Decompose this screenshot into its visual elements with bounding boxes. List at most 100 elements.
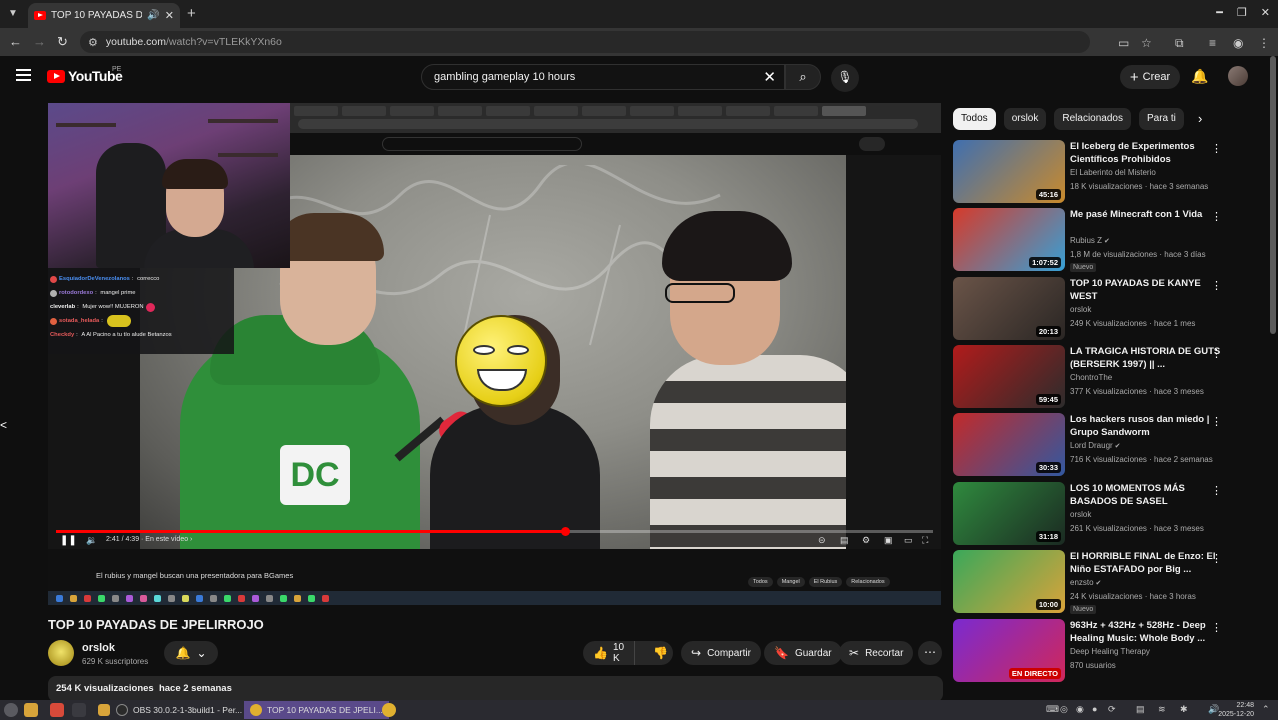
recommended-video[interactable]: EN DIRECTO 963Hz + 432Hz + 528Hz - Deep H… [953,619,1263,683]
chevron-right-icon[interactable]: › [1198,111,1202,126]
more-vertical-icon[interactable]: ⋮ [1211,552,1222,565]
search-button[interactable]: ⌕ [785,64,821,90]
tray-keyboard-icon[interactable]: ⌨ [1046,704,1059,715]
recommended-video[interactable]: 20:13 TOP 10 PAYADAS DE KANYE WEST orslok 2… [953,277,1263,341]
tray-bluetooth-icon[interactable]: ✱ [1180,704,1188,715]
clear-search-icon[interactable]: ✕ [763,68,776,86]
tray-app-icon[interactable]: ● [1092,704,1097,714]
recommended-video[interactable]: 10:00 El HORRIBLE FINAL de Enzo: El Niño … [953,550,1263,614]
voice-search-button[interactable]: 🎙 [831,64,859,92]
fullscreen-icon[interactable]: ⛶ [922,535,928,546]
tab-close-icon[interactable]: ✕ [165,9,174,22]
channel-avatar[interactable] [48,640,74,666]
search-input[interactable] [434,71,754,83]
tray-clipboard-icon[interactable]: ▤ [1136,704,1145,715]
reload-icon[interactable]: ↻ [57,34,68,50]
save-button[interactable]: 🔖 Guardar [764,641,842,665]
tray-steam-icon[interactable]: ◎ [1060,704,1068,715]
video-thumbnail[interactable]: 31:18 [953,482,1065,545]
cast-icon[interactable]: ▭ [1118,36,1129,50]
maximize-icon[interactable]: ❐ [1237,6,1247,19]
recommended-video-title[interactable]: LA TRAGICA HISTORIA DE GUTS (BERSERK 199… [1070,345,1222,371]
page-scrollbar[interactable] [1270,56,1276,334]
tray-discord-icon[interactable]: ◉ [1076,704,1084,715]
more-vertical-icon[interactable]: ⋮ [1211,347,1222,360]
like-button[interactable]: 👍 10 K [583,641,636,665]
recommended-channel[interactable]: Deep Healing Therapy [1070,647,1150,656]
chip-todos[interactable]: Todos [953,108,996,130]
minimize-icon[interactable]: ━ [1216,6,1223,19]
recommended-channel[interactable]: orslok [1070,510,1091,519]
recommended-channel[interactable]: Rubius Z ✔ [1070,236,1110,245]
recommended-video[interactable]: 1:07:52 Me pasé Minecraft con 1 Vida Rubiu… [953,208,1263,272]
window-close-icon[interactable]: ✕ [1261,6,1270,19]
browser-menu-icon[interactable]: ⋮ [1258,36,1270,50]
recommended-video-title[interactable]: Los hackers rusos dan miedo | Grupo Sand… [1070,413,1222,439]
system-clock[interactable]: 22:48 2025-12-20 [1218,701,1254,719]
recommended-channel[interactable]: El Laberinto del Misterio [1070,168,1156,177]
profile-icon[interactable]: ◉ [1233,36,1243,50]
more-vertical-icon[interactable]: ⋮ [1211,210,1222,223]
volume-icon[interactable]: 🔉 [86,535,97,546]
dislike-button[interactable]: 👎 [641,646,680,660]
video-thumbnail[interactable]: EN DIRECTO [953,619,1065,682]
more-vertical-icon[interactable]: ⋮ [1211,279,1222,292]
subscribed-notifications-button[interactable]: 🔔 ⌄ [164,641,218,665]
channel-name[interactable]: orslok [82,642,115,654]
show-desktop-icon[interactable]: ⌃ [1262,704,1270,715]
url-text[interactable]: youtube.com/watch?v=vTLEKkYXn6o [106,36,282,48]
progress-bar[interactable] [56,527,933,536]
start-menu-icon[interactable] [4,703,18,717]
tab-search-chevron-icon[interactable]: ▼ [4,5,22,23]
video-thumbnail[interactable]: 10:00 [953,550,1065,613]
notifications-bell-icon[interactable]: 🔔 [1191,68,1208,85]
recommended-video-title[interactable]: LOS 10 MOMENTOS MÁS BASADOS DE SASEL [1070,482,1222,508]
recommended-video[interactable]: 59:45 LA TRAGICA HISTORIA DE GUTS (BERSER… [953,345,1263,409]
taskbar-item-obs[interactable]: OBS 30.0.2-1-3build1 - Per... [110,701,248,719]
time-display[interactable]: 2:41 / 4:39 · En este vídeo › [106,536,192,543]
description-box[interactable]: 254 K visualizaciones hace 2 semanas [48,676,943,702]
more-vertical-icon[interactable]: ⋮ [1211,484,1222,497]
tray-updates-icon[interactable]: ⟳ [1108,704,1116,715]
subtitles-icon[interactable]: ▤ [840,535,849,546]
tray-wifi-icon[interactable]: ≋ [1158,704,1166,715]
recommended-channel[interactable]: ChontroThe [1070,373,1112,382]
account-avatar[interactable] [1228,66,1248,86]
hamburger-menu-icon[interactable] [16,69,31,81]
recommended-video[interactable]: 45:16 El Iceberg de Experimentos Científi… [953,140,1263,204]
chip-para-ti[interactable]: Para ti [1138,108,1184,130]
reading-list-icon[interactable]: ≡ [1209,36,1216,50]
more-vertical-icon[interactable]: ⋮ [1211,142,1222,155]
video-thumbnail[interactable]: 45:16 [953,140,1065,203]
chrome-launcher-icon[interactable] [382,703,396,717]
recommended-video-title[interactable]: TOP 10 PAYADAS DE KANYE WEST [1070,277,1222,303]
extensions-icon[interactable]: ⧉ [1175,36,1184,51]
bookmark-star-icon[interactable]: ☆ [1141,36,1152,50]
address-bar[interactable]: ⚙ youtube.com/watch?v=vTLEKkYXn6o [80,31,1090,53]
app-launcher-icon[interactable] [50,703,64,717]
files-app-icon[interactable] [24,703,38,717]
recommended-video-title[interactable]: El Iceberg de Experimentos Científicos P… [1070,140,1222,166]
video-thumbnail[interactable]: 1:07:52 [953,208,1065,271]
forward-arrow-icon[interactable]: → [33,34,46,49]
clip-button[interactable]: ✂ Recortar [839,641,914,665]
recommended-video-title[interactable]: 963Hz + 432Hz + 528Hz - Deep Healing Mus… [1070,619,1222,645]
terminal-icon[interactable] [72,703,86,717]
recommended-channel[interactable]: Lord Draugr ✔ [1070,441,1121,450]
video-thumbnail[interactable]: 30:33 [953,413,1065,476]
miniplayer-icon[interactable]: ▣ [884,535,893,546]
more-vertical-icon[interactable]: ⋮ [1211,415,1222,428]
recommended-video[interactable]: 31:18 LOS 10 MOMENTOS MÁS BASADOS DE SASE… [953,482,1263,546]
chip-orslok[interactable]: orslok [1003,108,1047,130]
new-tab-button[interactable]: + [187,5,196,22]
share-button[interactable]: ↪ Compartir [681,641,761,665]
video-thumbnail[interactable]: 20:13 [953,277,1065,340]
recommended-video-title[interactable]: El HORRIBLE FINAL de Enzo: El Niño ESTAF… [1070,550,1222,576]
recommended-channel[interactable]: enzsto ✔ [1070,578,1101,587]
tab-audio-icon[interactable]: 🔊 [147,10,159,21]
video-thumbnail[interactable]: 59:45 [953,345,1065,408]
create-button[interactable]: + Crear [1120,65,1180,89]
pause-icon[interactable]: ❚❚ [60,535,77,546]
more-vertical-icon[interactable]: ⋮ [1211,621,1222,634]
recommended-video-title[interactable]: Me pasé Minecraft con 1 Vida [1070,208,1222,221]
